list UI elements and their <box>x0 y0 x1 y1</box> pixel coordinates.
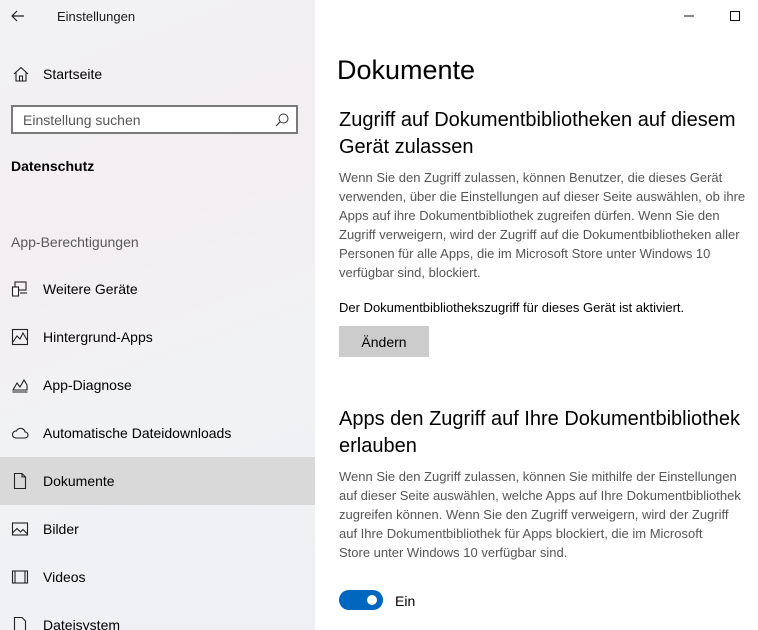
sidebar-item-label: Dokumente <box>43 473 115 489</box>
heading-line: erlauben <box>339 435 417 457</box>
description-line: Store unter Windows 10 verfügbar sind. <box>339 545 568 560</box>
app-title: Einstellungen <box>57 9 136 24</box>
home-nav-item[interactable]: Startseite <box>0 56 315 92</box>
description-line: auf Ihre Dokumentbibliothek für Apps blo… <box>339 526 703 541</box>
sidebar-item-label: Automatische Dateidownloads <box>43 425 232 441</box>
file-system-icon <box>13 616 27 630</box>
sidebar-item-label: Weitere Geräte <box>43 281 138 297</box>
video-icon <box>11 570 29 584</box>
toggle-state-label: Ein <box>395 593 416 609</box>
sidebar: Einstellungen Startseite Datenschutz App… <box>0 0 315 630</box>
search-icon[interactable] <box>274 112 290 128</box>
device-access-status: Der Dokumentbibliothekszugriff für diese… <box>339 300 685 315</box>
heading-line: Zugriff auf Dokumentbibliotheken auf die… <box>339 109 736 131</box>
description-line: Wenn Sie den Zugriff zulassen, können Si… <box>339 469 737 484</box>
sidebar-item-weitere-geraete[interactable]: Weitere Geräte <box>0 265 315 313</box>
window-controls <box>666 0 758 32</box>
heading-line: Gerät zulassen <box>339 136 474 158</box>
main-content: Dokumente Zugriff auf Dokumentbibliothek… <box>315 0 758 630</box>
section-heading-device-access: Zugriff auf Dokumentbibliotheken auf die… <box>339 107 758 161</box>
diagnostics-icon <box>12 378 28 393</box>
image-icon <box>11 522 29 536</box>
description-line: verwenden, über die Einstellungen auf di… <box>339 189 746 204</box>
background-apps-icon <box>11 328 29 346</box>
change-button[interactable]: Ändern <box>339 326 429 357</box>
description-line: Apps auf ihre Dokumentbibliothek zugreif… <box>339 208 720 223</box>
maximize-button[interactable] <box>712 0 758 32</box>
cloud-icon <box>11 427 29 439</box>
sidebar-item-dateidownloads[interactable]: Automatische Dateidownloads <box>0 409 315 457</box>
document-icon <box>13 472 27 490</box>
sidebar-item-videos[interactable]: Videos <box>0 553 315 601</box>
back-button[interactable] <box>4 4 32 28</box>
settings-search-box[interactable] <box>11 105 298 134</box>
minimize-icon <box>684 15 694 17</box>
description-line: Personen für alle Apps, die im Microsoft… <box>339 246 711 261</box>
toggle-knob <box>367 595 377 605</box>
home-icon <box>13 66 29 82</box>
section-description-device-access: Wenn Sie den Zugriff zulassen, können Be… <box>339 168 758 282</box>
minimize-button[interactable] <box>666 0 712 32</box>
description-line: verfügbar sind, blockiert. <box>339 265 481 280</box>
description-line: auf dieser Seite auswählen, welche Apps … <box>339 488 741 503</box>
sidebar-item-bilder[interactable]: Bilder <box>0 505 315 553</box>
sidebar-item-label: Bilder <box>43 521 79 537</box>
sidebar-item-app-diagnose[interactable]: App-Diagnose <box>0 361 315 409</box>
home-label: Startseite <box>43 66 103 82</box>
sidebar-item-hintergrund-apps[interactable]: Hintergrund-Apps <box>0 313 315 361</box>
app-access-toggle[interactable] <box>339 590 383 610</box>
heading-line: Apps den Zugriff auf Ihre Dokumentbiblio… <box>339 408 740 430</box>
section-heading-app-access: Apps den Zugriff auf Ihre Dokumentbiblio… <box>339 406 758 460</box>
sidebar-item-dateisystem[interactable]: Dateisystem <box>0 601 315 630</box>
description-line: zugreifen können. Wenn Sie den Zugriff v… <box>339 507 729 522</box>
sidebar-item-label: App-Diagnose <box>43 377 132 393</box>
description-line: Wenn Sie den Zugriff zulassen, können Be… <box>339 170 723 185</box>
devices-icon <box>11 281 27 297</box>
group-title: App-Berechtigungen <box>11 234 139 250</box>
page-title: Dokumente <box>337 55 476 85</box>
description-line: Zugriff verweigern, wird der Zugriff auf… <box>339 227 740 242</box>
search-input[interactable] <box>23 111 263 129</box>
maximize-icon <box>730 11 740 21</box>
sidebar-item-label: Videos <box>43 569 86 585</box>
section-title: Datenschutz <box>11 158 95 174</box>
sidebar-item-dokumente[interactable]: Dokumente <box>0 457 315 505</box>
sidebar-item-label: Hintergrund-Apps <box>43 329 153 345</box>
back-arrow-icon <box>11 10 24 22</box>
sidebar-item-label: Dateisystem <box>43 617 121 630</box>
title-bar: Einstellungen <box>0 0 315 34</box>
section-description-app-access: Wenn Sie den Zugriff zulassen, können Si… <box>339 467 758 562</box>
